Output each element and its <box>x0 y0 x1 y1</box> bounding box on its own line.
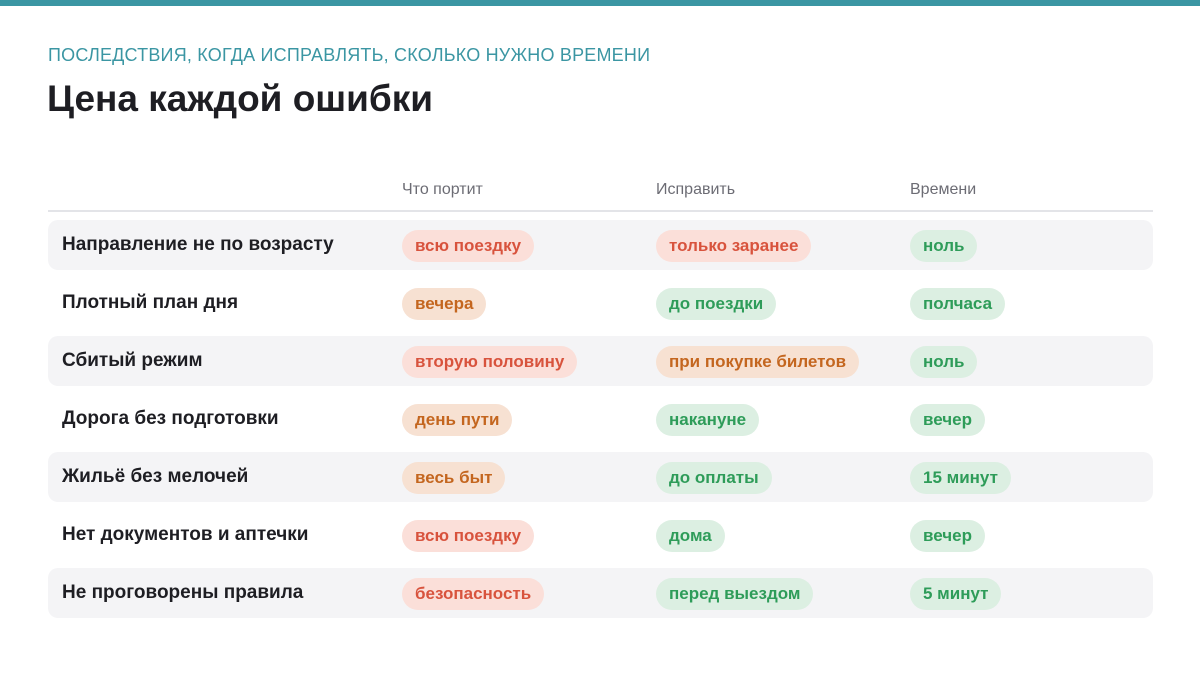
table-row: Направление не по возрасту всю поездку т… <box>48 220 1153 270</box>
row-label: Нет документов и аптечки <box>62 524 309 545</box>
table-row: Плотный план дня вечера до поездки полча… <box>48 278 1153 328</box>
damage-badge: день пути <box>402 404 513 436</box>
time-badge: полчаса <box>910 288 1006 320</box>
page-subtitle: ПОСЛЕДСТВИЯ, КОГДА ИСПРАВЛЯТЬ, СКОЛЬКО Н… <box>48 45 651 65</box>
top-accent-bar <box>0 0 1200 6</box>
time-badge: 15 минут <box>910 462 1011 494</box>
row-label: Плотный план дня <box>62 292 239 313</box>
column-header-time: Времени <box>910 181 977 198</box>
row-label: Не проговорены правила <box>62 582 304 603</box>
fix-badge: до поездки <box>656 288 777 320</box>
fix-badge: дома <box>656 520 725 552</box>
column-header-damage: Что портит <box>402 181 483 198</box>
table-row: Сбитый режим вторую половину при покупке… <box>48 336 1153 386</box>
time-badge: ноль <box>910 230 978 262</box>
time-badge: вечер <box>910 404 985 436</box>
damage-badge: весь быт <box>402 462 506 494</box>
table-row: Нет документов и аптечки всю поездку дом… <box>48 510 1153 560</box>
damage-badge: всю поездку <box>402 230 535 262</box>
column-header-fix: Исправить <box>656 181 736 198</box>
damage-badge: вечера <box>402 288 487 320</box>
errors-table: Что портит Исправить Времени Направление… <box>48 172 1153 626</box>
row-label: Дорога без подготовки <box>62 408 279 429</box>
time-badge: 5 минут <box>910 578 1002 610</box>
table-header: Что портит Исправить Времени <box>48 172 1153 212</box>
fix-badge: перед выездом <box>656 578 814 610</box>
table-body: Направление не по возрасту всю поездку т… <box>48 220 1153 618</box>
row-label: Направление не по возрасту <box>62 234 334 255</box>
table-row: Дорога без подготовки день пути накануне… <box>48 394 1153 444</box>
fix-badge: накануне <box>656 404 760 436</box>
row-label: Жильё без мелочей <box>62 466 249 487</box>
time-badge: вечер <box>910 520 985 552</box>
fix-badge: при покупке билетов <box>656 346 860 378</box>
table-row: Не проговорены правила безопасность пере… <box>48 568 1153 618</box>
time-badge: ноль <box>910 346 978 378</box>
row-label: Сбитый режим <box>62 350 203 371</box>
damage-badge: вторую половину <box>402 346 578 378</box>
fix-badge: только заранее <box>656 230 812 262</box>
page-title: Цена каждой ошибки <box>47 78 434 119</box>
fix-badge: до оплаты <box>656 462 772 494</box>
damage-badge: безопасность <box>402 578 545 610</box>
damage-badge: всю поездку <box>402 520 535 552</box>
table-row: Жильё без мелочей весь быт до оплаты 15 … <box>48 452 1153 502</box>
